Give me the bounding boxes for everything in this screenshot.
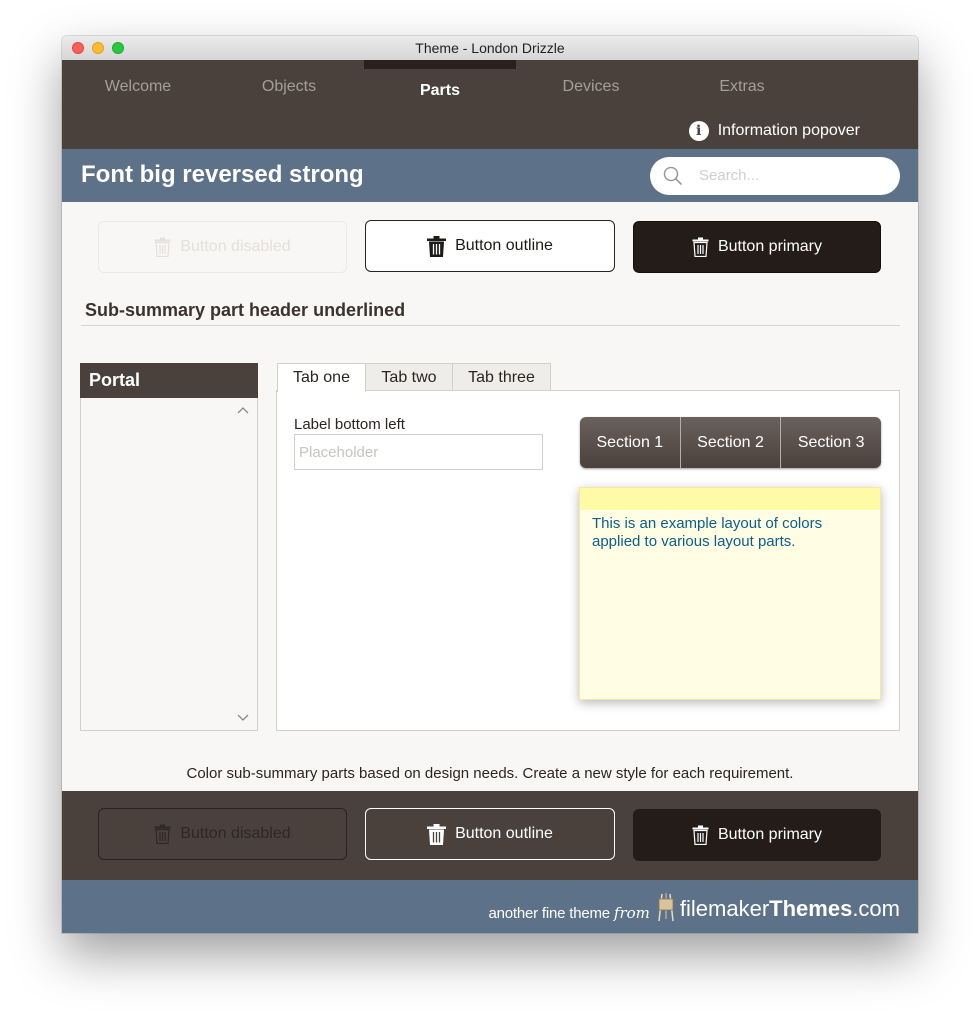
title-band: Font big reversed strong [62, 149, 918, 202]
sticky-note: This is an example layout of colors appl… [579, 487, 881, 700]
title-bar: Theme - London Drizzle [62, 36, 918, 61]
nav-devices[interactable]: Devices [515, 78, 667, 96]
footer-button-outline[interactable]: Button outline [365, 808, 615, 860]
button-outline-label: Button outline [455, 237, 553, 254]
portal-body[interactable] [80, 398, 258, 731]
nav-header: Welcome Objects Parts Devices Extras i I… [62, 60, 918, 149]
tab-three[interactable]: Tab three [452, 363, 551, 391]
section-2-button[interactable]: Section 2 [679, 417, 781, 468]
button-outline[interactable]: Button outline [365, 220, 615, 272]
chevron-up-icon[interactable] [237, 406, 249, 414]
brand-prefix: another fine theme [488, 905, 610, 922]
button-primary[interactable]: Button primary [633, 221, 881, 273]
section-button-bar: Section 1 Section 2 Section 3 [580, 417, 881, 468]
search-icon [663, 166, 682, 185]
field-label: Label bottom left [294, 416, 405, 433]
portal-header: Portal [80, 363, 258, 398]
information-popover-button[interactable]: i Information popover [688, 121, 860, 141]
search-box[interactable] [650, 157, 900, 195]
nav-parts[interactable]: Parts [364, 82, 516, 100]
page-title: Font big reversed strong [81, 161, 364, 188]
trash-icon [427, 823, 447, 845]
section-3-button[interactable]: Section 3 [780, 417, 881, 468]
tab-two[interactable]: Tab two [365, 363, 453, 391]
trash-icon [154, 824, 171, 844]
easel-logo-icon [658, 893, 674, 922]
footer-band: another fine theme from filemaker Themes… [62, 880, 918, 933]
brand-logo[interactable]: another fine theme from filemaker Themes… [488, 892, 900, 922]
active-tab-indicator [364, 60, 516, 69]
brand-name-bold: Themes [769, 896, 853, 921]
trash-icon [692, 825, 709, 845]
info-icon: i [688, 121, 709, 141]
footer-button-primary-label: Button primary [717, 826, 823, 843]
section-1-button[interactable]: Section 1 [580, 417, 680, 468]
sub-summary-header-text: Sub-summary part header underlined [85, 300, 406, 320]
information-popover-label: Information popover [717, 122, 860, 139]
brand-name-light: filemaker [679, 896, 770, 921]
button-disabled-label: Button disabled [180, 238, 291, 255]
search-input[interactable] [697, 166, 891, 185]
brand-suffix: .com [852, 896, 900, 921]
footer-button-primary[interactable]: Button primary [633, 809, 881, 861]
trash-icon [427, 235, 447, 257]
chevron-down-icon[interactable] [237, 714, 249, 722]
note-header-strip [580, 488, 880, 510]
button-disabled[interactable]: Button disabled [98, 221, 347, 273]
nav-extras[interactable]: Extras [666, 78, 818, 96]
note-text: This is an example layout of colors appl… [592, 515, 823, 550]
trash-icon [154, 237, 171, 257]
nav-welcome[interactable]: Welcome [62, 78, 214, 96]
app-window: Theme - London Drizzle Welcome Objects P… [62, 36, 918, 933]
footer-button-disabled[interactable]: Button disabled [98, 808, 347, 860]
caption-text: Color sub-summary parts based on design … [186, 765, 794, 782]
tab-one[interactable]: Tab one [277, 363, 366, 392]
button-primary-label: Button primary [717, 238, 823, 255]
footer-button-outline-label: Button outline [455, 825, 553, 842]
window-title: Theme - London Drizzle [415, 40, 565, 56]
nav-objects[interactable]: Objects [213, 78, 365, 96]
brand-from: from [613, 904, 650, 922]
sub-summary-header: Sub-summary part header underlined [81, 300, 900, 326]
text-field[interactable] [294, 434, 543, 470]
footer-button-disabled-label: Button disabled [180, 825, 291, 842]
trash-icon [692, 237, 709, 257]
